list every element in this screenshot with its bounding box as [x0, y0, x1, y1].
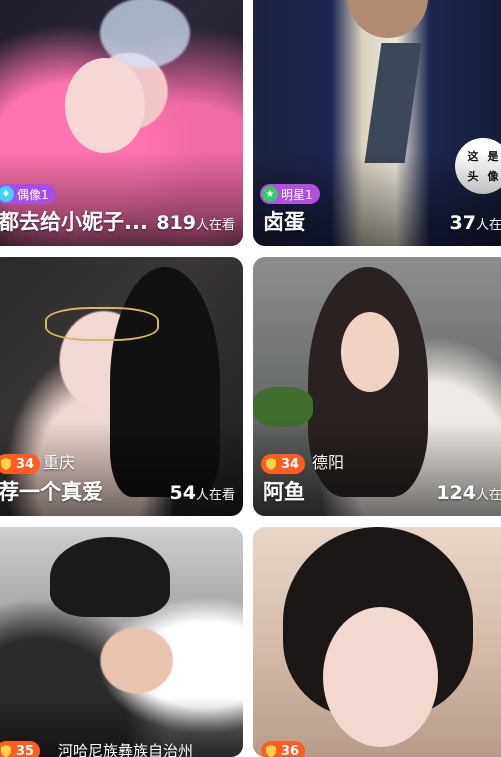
level-badge: 34	[261, 454, 305, 474]
live-card-4[interactable]: 34 德阳 阿鱼 124人在看	[253, 257, 501, 516]
viewer-count: 54人在看	[170, 482, 235, 504]
viewer-unit: 人在看	[196, 218, 235, 233]
stream-title: 荐一个真爱	[0, 476, 103, 506]
level-number: 34	[16, 457, 34, 472]
city-label: 重庆	[43, 449, 75, 473]
badge-label: 明星1	[281, 186, 313, 203]
viewer-count: 819人在看	[156, 212, 235, 234]
shield-icon	[264, 744, 278, 757]
butterfly-decoration	[100, 0, 190, 68]
stream-title: 卤蛋	[263, 206, 305, 236]
star-badge: ★ 明星1	[260, 184, 320, 204]
glasses	[45, 307, 159, 341]
face	[323, 607, 438, 747]
level-number: 34	[281, 457, 299, 472]
badge-icon: ♦	[0, 186, 14, 202]
viewer-unit: 人在看	[196, 488, 235, 503]
viewer-count: 124人在看	[436, 482, 501, 504]
badge-icon: ★	[262, 186, 278, 202]
live-card-1[interactable]: ♦ 偶像1 都去给小妮子... 819人在看	[0, 0, 243, 246]
viewer-unit: 人在看	[476, 488, 501, 503]
shield-icon	[0, 457, 13, 471]
idol-badge: ♦ 偶像1	[0, 184, 56, 204]
level-badge: 35	[0, 741, 40, 757]
level-badge: 36	[261, 741, 305, 757]
live-card-2[interactable]: 这 是 头 像 ★ 明星1 卤蛋 37人在看	[253, 0, 501, 246]
level-number: 36	[281, 744, 299, 757]
stream-title: 阿鱼	[263, 476, 305, 506]
face	[65, 58, 145, 153]
viewer-count: 37人在看	[450, 212, 501, 234]
live-card-3[interactable]: 34 重庆 荐一个真爱 54人在看	[0, 257, 243, 516]
stream-title: 都去给小妮子...	[0, 206, 148, 236]
live-card-5[interactable]: 35 河哈尼族彝族自治州	[0, 527, 243, 757]
level-number: 35	[16, 744, 34, 757]
viewer-number: 54	[170, 482, 196, 504]
viewer-unit: 人在看	[476, 218, 501, 233]
hair	[50, 537, 170, 617]
viewer-number: 819	[156, 212, 196, 234]
viewer-number: 37	[450, 212, 476, 234]
city-label: 河哈尼族彝族自治州	[58, 740, 193, 757]
viewer-number: 124	[436, 482, 476, 504]
shield-icon	[0, 744, 13, 757]
shield-icon	[264, 457, 278, 471]
face	[341, 312, 399, 392]
level-badge: 34	[0, 454, 40, 474]
city-label: 德阳	[312, 449, 344, 473]
live-card-6[interactable]: 36	[253, 527, 501, 757]
badge-label: 偶像1	[17, 186, 49, 203]
